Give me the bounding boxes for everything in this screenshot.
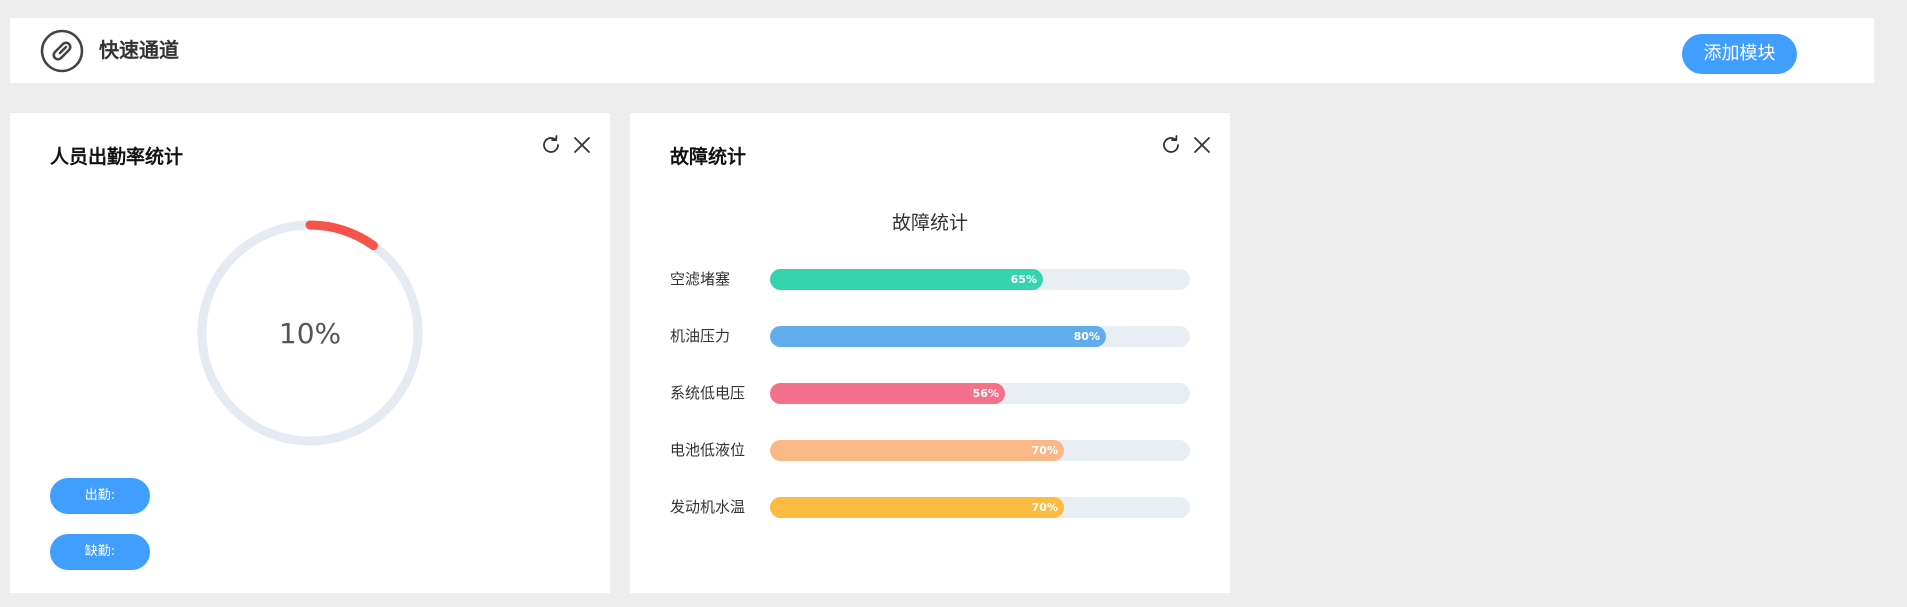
close-icon[interactable]	[570, 133, 594, 157]
refresh-icon[interactable]	[1159, 133, 1183, 157]
fault-bar-label: 电池低液位	[670, 441, 746, 459]
fault-bar-row: 系统低电压 56%	[670, 381, 1210, 405]
fault-bar-label: 系统低电压	[670, 384, 746, 402]
quick-access-title: 快速通道	[99, 38, 179, 62]
fault-bar-row: 机油压力 80%	[670, 324, 1210, 348]
fault-bar-label: 发动机水温	[670, 498, 746, 516]
fault-bar: 70%	[770, 497, 1064, 518]
fault-chart-title: 故障统计	[891, 212, 968, 234]
fault-bar-value: 70%	[1031, 501, 1058, 514]
fault-bar-value: 56%	[972, 387, 999, 400]
refresh-icon[interactable]	[539, 133, 563, 157]
fault-bar-row: 发动机水温 70%	[670, 495, 1210, 519]
quick-access-bar: 快速通道 添加模块	[10, 18, 1874, 83]
link-icon	[40, 29, 84, 73]
present-button[interactable]: 出勤:	[50, 478, 150, 514]
fault-bar: 70%	[770, 440, 1064, 461]
fault-bar-label: 机油压力	[670, 327, 731, 345]
attendance-card-title: 人员出勤率统计	[50, 146, 184, 168]
fault-card-title: 故障统计	[670, 146, 747, 168]
fault-bar: 80%	[770, 326, 1106, 347]
fault-bar: 56%	[770, 383, 1005, 404]
fault-bar-label: 空滤堵塞	[670, 270, 731, 288]
fault-bar-row: 空滤堵塞 65%	[670, 267, 1210, 291]
fault-bar-track: 56%	[770, 383, 1190, 404]
fault-bar-track: 70%	[770, 440, 1190, 461]
absent-button[interactable]: 缺勤:	[50, 534, 150, 570]
fault-bar-row: 电池低液位 70%	[670, 438, 1210, 462]
fault-bar: 65%	[770, 269, 1043, 290]
fault-bar-value: 65%	[1010, 273, 1037, 286]
fault-card: 故障统计 故障统计 空滤堵塞 65% 机油压力 80% 系统低电压 56% 电池低液位 70%…	[630, 113, 1230, 593]
close-icon[interactable]	[1190, 133, 1214, 157]
fault-bar-value: 80%	[1073, 330, 1100, 343]
add-module-button[interactable]: 添加模块	[1682, 34, 1797, 74]
fault-bar-track: 80%	[770, 326, 1190, 347]
fault-bar-track: 70%	[770, 497, 1190, 518]
fault-bar-value: 70%	[1031, 444, 1058, 457]
fault-bar-track: 65%	[770, 269, 1190, 290]
attendance-card: 人员出勤率统计 10% 出勤: 缺勤:	[10, 113, 610, 593]
attendance-rate-text: 10%	[278, 316, 342, 350]
